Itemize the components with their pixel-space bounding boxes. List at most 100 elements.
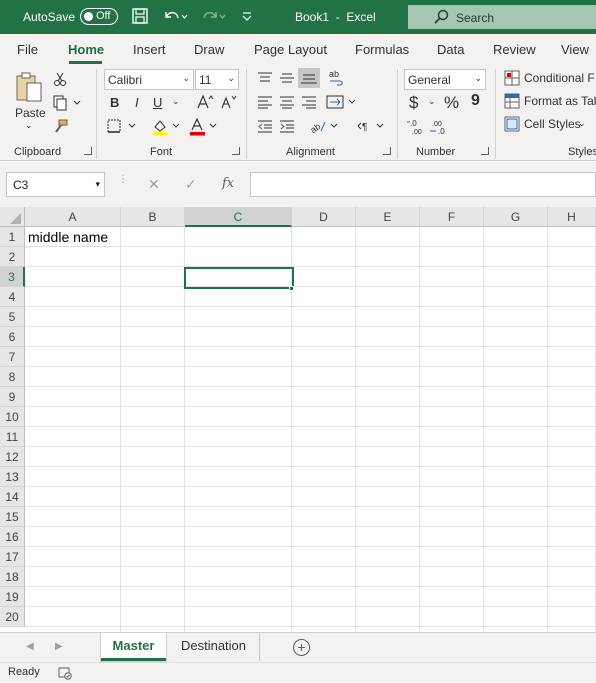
font-name-select[interactable]: Calibri ⌄ <box>104 69 194 90</box>
column-header-d[interactable]: D <box>292 207 356 227</box>
tab-insert[interactable]: Insert <box>133 42 166 57</box>
conditional-formatting-button[interactable]: Conditional F <box>524 71 595 85</box>
currency-dropdown-icon[interactable]: ⌄ <box>428 96 436 107</box>
name-box[interactable]: C3 ▾ <box>6 172 105 197</box>
row-header-14[interactable]: 14 <box>0 487 25 507</box>
tab-home[interactable]: Home <box>68 42 104 57</box>
alignment-dialog-launcher[interactable] <box>383 147 391 155</box>
column-header-f[interactable]: F <box>420 207 484 227</box>
row-header-7[interactable]: 7 <box>0 347 25 367</box>
wrap-text-icon[interactable]: ab <box>327 69 345 90</box>
italic-button[interactable]: I <box>135 95 139 110</box>
tab-data[interactable]: Data <box>437 42 464 57</box>
row-header-11[interactable]: 11 <box>0 427 25 447</box>
cell-a1[interactable]: middle name <box>28 229 108 245</box>
autosave-toggle[interactable]: Off <box>80 8 118 25</box>
underline-button[interactable]: U <box>153 95 162 110</box>
active-cell-c3[interactable] <box>184 267 294 289</box>
redo-icon[interactable] <box>200 7 226 27</box>
clipboard-dialog-launcher[interactable] <box>84 147 92 155</box>
underline-dropdown-icon[interactable]: ⌄ <box>172 96 180 107</box>
increase-decimal-icon[interactable]: .0.00 <box>406 118 426 139</box>
sheet-tab-master[interactable]: Master <box>101 633 166 661</box>
font-size-select[interactable]: 11 ⌄ <box>195 69 239 90</box>
row-header-2[interactable]: 2 <box>0 247 25 267</box>
text-direction-icon[interactable]: ¶ <box>356 119 388 136</box>
middle-align-icon[interactable] <box>279 71 295 88</box>
cell-styles-button[interactable]: Cell Styles <box>524 117 581 131</box>
copy-icon[interactable] <box>52 95 82 114</box>
cell-styles-dropdown-icon[interactable]: ⌄ <box>578 118 586 129</box>
tab-formulas[interactable]: Formulas <box>355 42 409 57</box>
borders-icon[interactable] <box>106 118 140 137</box>
top-align-icon[interactable] <box>257 71 273 88</box>
increase-font-size-icon[interactable] <box>196 94 216 113</box>
row-header-1[interactable]: 1 <box>0 227 25 247</box>
column-header-c[interactable]: C <box>185 207 292 227</box>
formula-input[interactable] <box>250 172 596 197</box>
insert-function-icon[interactable]: fx <box>222 176 234 191</box>
accessibility-icon[interactable] <box>58 666 72 683</box>
format-as-table-button[interactable]: Format as Tab <box>524 94 596 108</box>
tab-draw[interactable]: Draw <box>194 42 224 57</box>
tab-view[interactable]: View <box>561 42 589 57</box>
row-header-18[interactable]: 18 <box>0 567 25 587</box>
number-format-select[interactable]: General ⌄ <box>404 69 486 90</box>
currency-button[interactable]: $ <box>409 93 418 113</box>
sheet-tab-destination[interactable]: Destination <box>168 633 260 661</box>
font-dialog-launcher[interactable] <box>232 147 240 155</box>
column-header-g[interactable]: G <box>484 207 548 227</box>
tab-review[interactable]: Review <box>493 42 536 57</box>
cut-icon[interactable] <box>52 71 68 90</box>
row-header-15[interactable]: 15 <box>0 507 25 527</box>
decrease-indent-icon[interactable] <box>257 119 273 136</box>
row-header-16[interactable]: 16 <box>0 527 25 547</box>
column-header-b[interactable]: B <box>121 207 185 227</box>
bold-button[interactable]: B <box>110 95 119 110</box>
tab-file[interactable]: File <box>17 42 38 57</box>
conditional-formatting-icon[interactable] <box>504 70 520 89</box>
paste-icon[interactable] <box>13 70 45 109</box>
percent-button[interactable]: % <box>444 93 459 113</box>
column-header-h[interactable]: H <box>548 207 596 227</box>
row-header-12[interactable]: 12 <box>0 447 25 467</box>
customize-toolbar-icon[interactable] <box>241 7 261 27</box>
row-header-20[interactable]: 20 <box>0 607 25 627</box>
paste-label[interactable]: Paste <box>15 106 46 120</box>
row-header-6[interactable]: 6 <box>0 327 25 347</box>
column-header-e[interactable]: E <box>356 207 420 227</box>
font-color-icon[interactable] <box>189 117 223 139</box>
paste-dropdown-icon[interactable]: ⌄ <box>25 120 33 131</box>
decrease-decimal-icon[interactable]: .00.0 <box>429 118 449 139</box>
cell-styles-icon[interactable] <box>504 116 520 135</box>
row-header-13[interactable]: 13 <box>0 467 25 487</box>
search-box[interactable]: Search <box>408 5 596 29</box>
row-header-3[interactable]: 3 <box>0 267 25 287</box>
undo-icon[interactable] <box>162 7 188 27</box>
fill-handle[interactable] <box>289 286 294 291</box>
select-all-corner[interactable] <box>0 207 25 227</box>
decrease-font-size-icon[interactable] <box>220 94 240 113</box>
add-sheet-button[interactable]: + <box>293 639 310 656</box>
align-left-icon[interactable] <box>257 95 273 112</box>
row-header-9[interactable]: 9 <box>0 387 25 407</box>
row-header-19[interactable]: 19 <box>0 587 25 607</box>
row-header-17[interactable]: 17 <box>0 547 25 567</box>
row-header-5[interactable]: 5 <box>0 307 25 327</box>
row-header-4[interactable]: 4 <box>0 287 25 307</box>
confirm-entry-icon[interactable]: ✓ <box>185 176 197 193</box>
fill-color-icon[interactable] <box>151 118 185 139</box>
row-header-8[interactable]: 8 <box>0 367 25 387</box>
align-right-icon[interactable] <box>301 95 317 112</box>
increase-indent-icon[interactable] <box>279 119 295 136</box>
number-dialog-launcher[interactable] <box>481 147 489 155</box>
align-center-icon[interactable] <box>279 95 295 112</box>
format-painter-icon[interactable] <box>52 119 68 138</box>
row-header-10[interactable]: 10 <box>0 407 25 427</box>
save-icon[interactable] <box>131 7 151 27</box>
column-header-a[interactable]: A <box>25 207 121 227</box>
cancel-entry-icon[interactable]: ✕ <box>148 176 160 193</box>
tab-page-layout[interactable]: Page Layout <box>254 42 327 57</box>
bottom-align-icon[interactable] <box>298 68 320 88</box>
format-as-table-icon[interactable] <box>504 93 520 112</box>
